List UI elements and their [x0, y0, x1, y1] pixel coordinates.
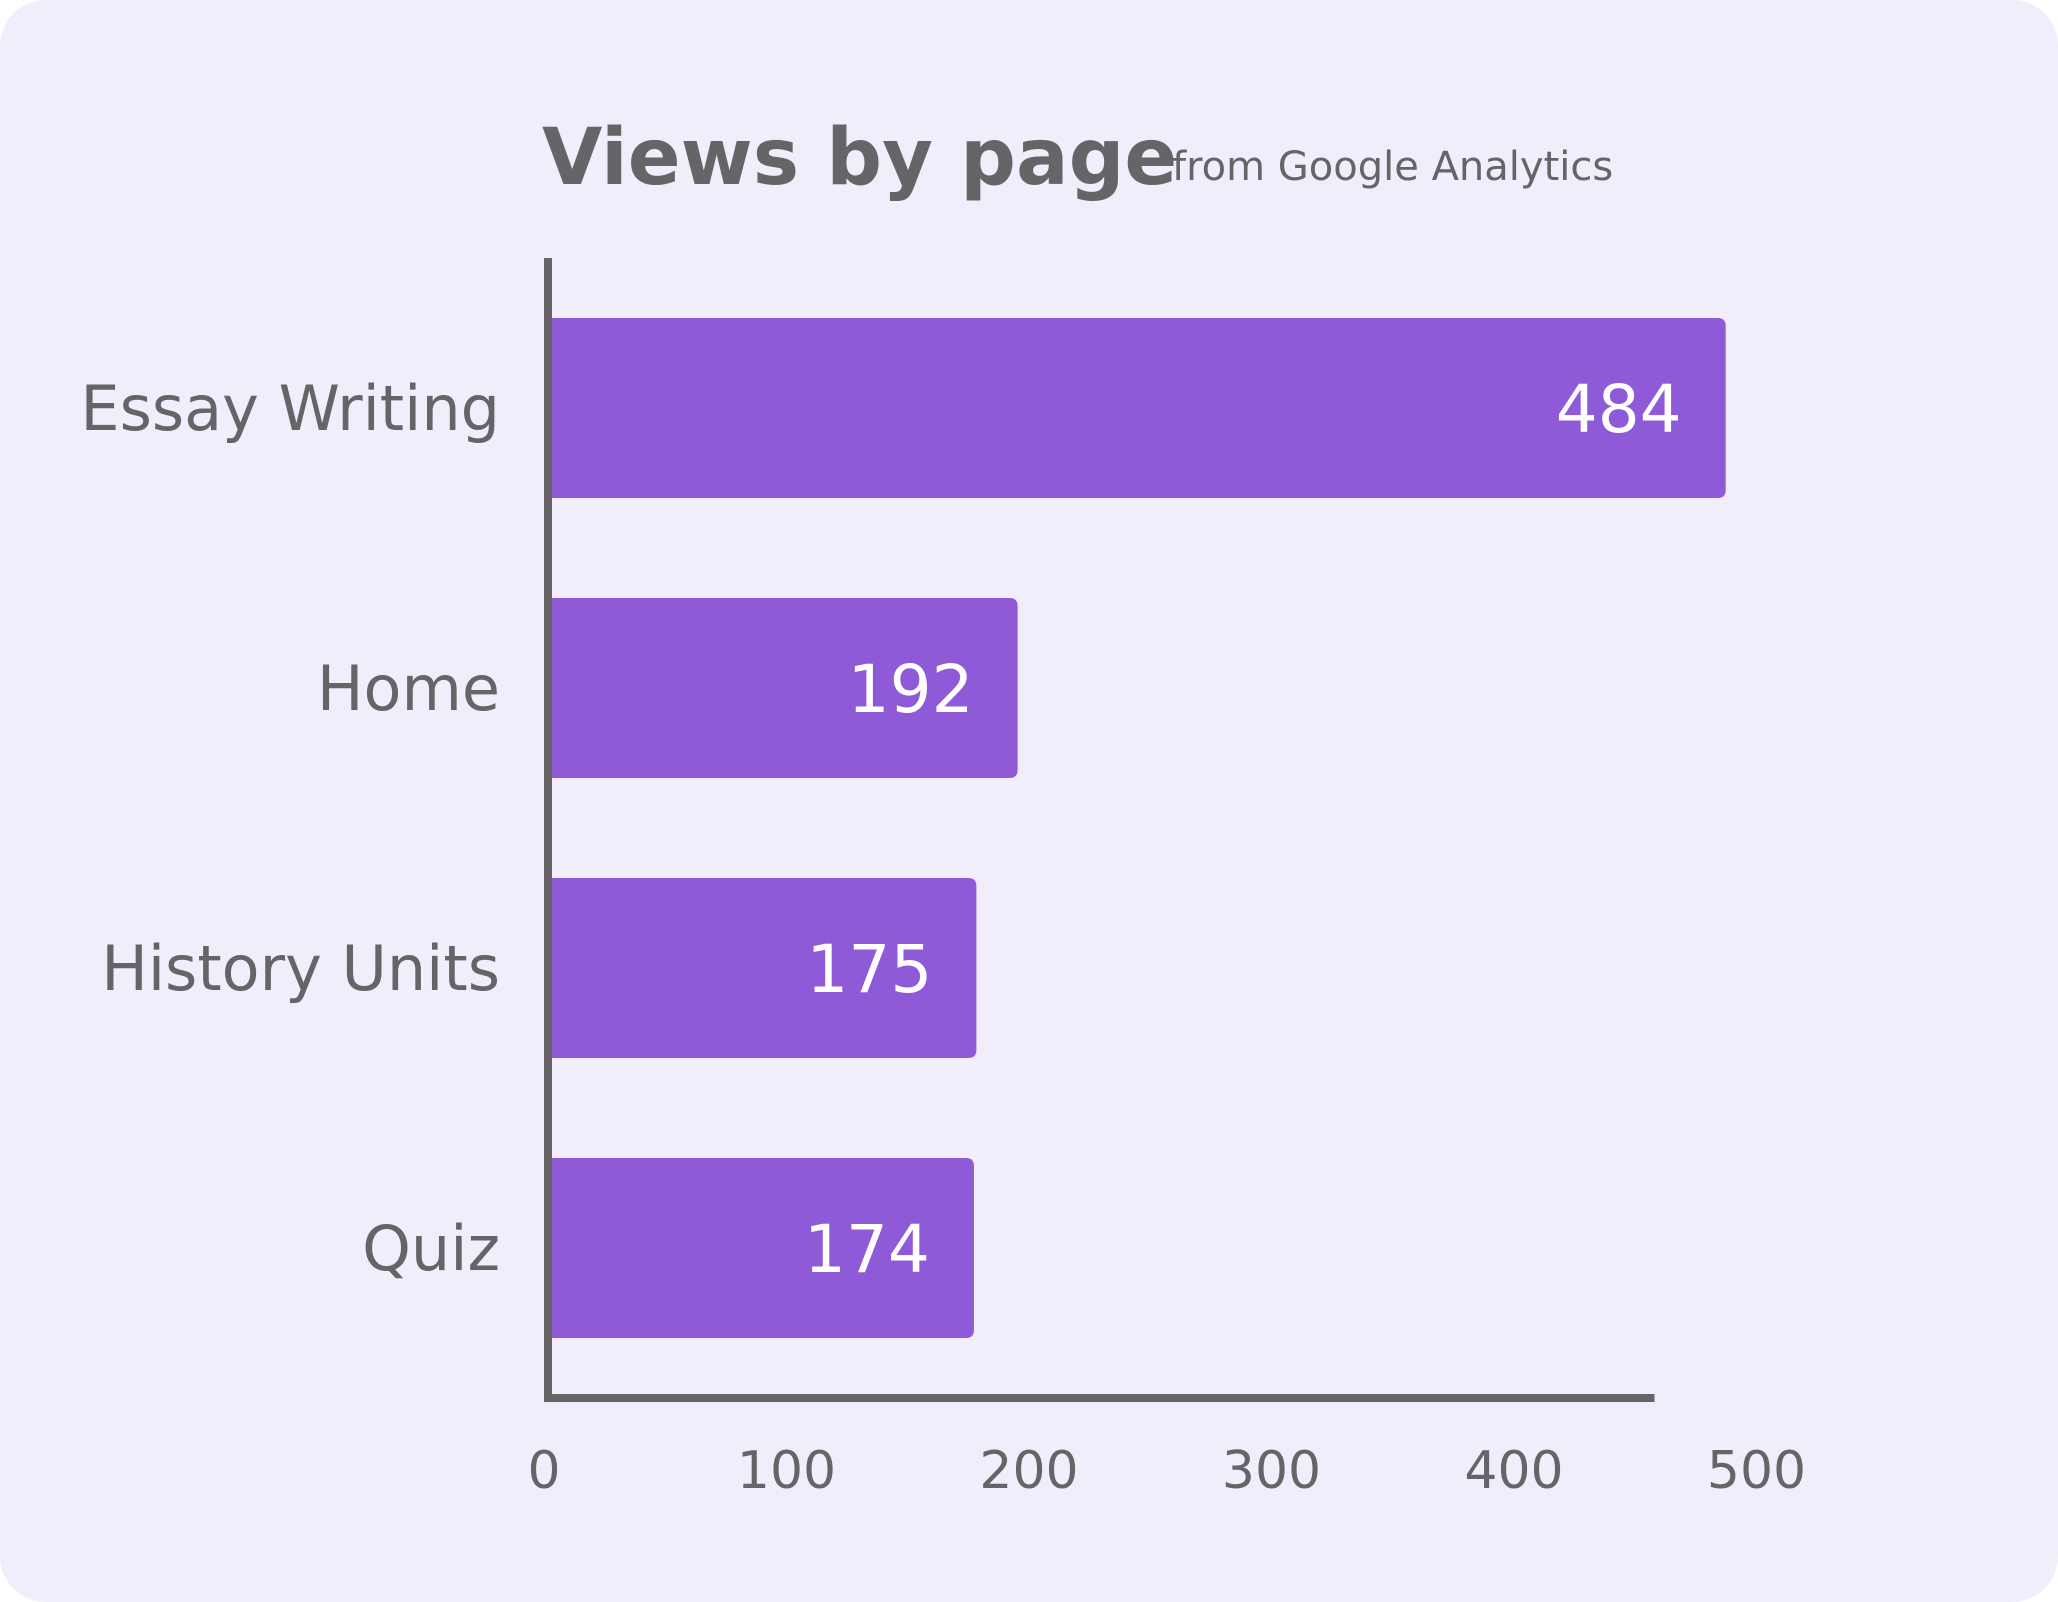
- data-label: 175: [806, 931, 932, 1008]
- y-axis-line: [544, 258, 552, 1402]
- chart-subtitle: from Google Analytics: [1172, 144, 1613, 190]
- data-label: 484: [1556, 371, 1682, 448]
- x-tick-label: 100: [737, 1441, 836, 1501]
- category-label: Essay Writing: [80, 372, 500, 445]
- category-label: History Units: [101, 932, 500, 1005]
- data-label: 192: [848, 651, 974, 728]
- x-axis-line: [544, 1394, 1655, 1402]
- category-label: Quiz: [362, 1212, 500, 1285]
- x-tick-label: 200: [979, 1441, 1078, 1501]
- data-label: 174: [804, 1211, 930, 1288]
- category-label: Home: [317, 652, 500, 725]
- x-tick-label: 400: [1464, 1441, 1563, 1501]
- bar-chart: Views by page from Google Analytics Essa…: [80, 113, 1806, 1501]
- x-tick-label: 0: [527, 1441, 560, 1501]
- chart-card: Views by page from Google Analytics Essa…: [0, 0, 2058, 1602]
- bar: [552, 318, 1726, 498]
- chart-title: Views by page: [542, 113, 1177, 203]
- bars-layer: [552, 318, 1726, 1338]
- x-tick-label: 300: [1222, 1441, 1321, 1501]
- x-tick-label: 500: [1707, 1441, 1806, 1501]
